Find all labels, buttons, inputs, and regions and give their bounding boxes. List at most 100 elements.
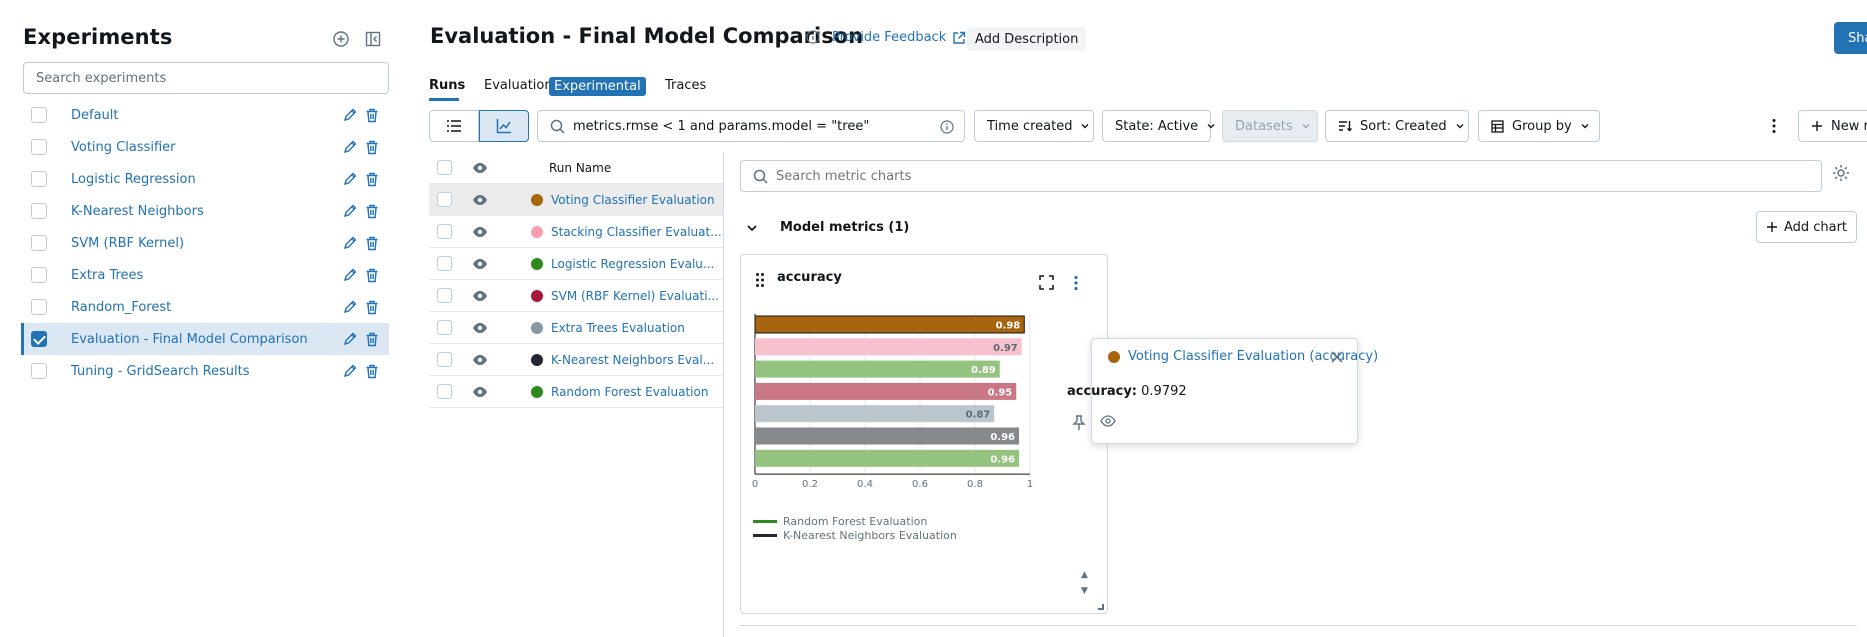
trash-icon[interactable]: [365, 108, 379, 123]
experiment-name[interactable]: Tuning - GridSearch Results: [71, 364, 250, 379]
trash-icon[interactable]: [365, 140, 379, 155]
run-name-link[interactable]: SVM (RBF Kernel) Evaluati...: [551, 289, 723, 303]
experiment-item[interactable]: Voting Classifier: [23, 131, 389, 163]
select-all-checkbox[interactable]: [437, 160, 452, 175]
state-dropdown[interactable]: State: Active: [1102, 110, 1215, 142]
add-experiment-icon[interactable]: [330, 28, 352, 50]
run-checkbox[interactable]: [437, 224, 452, 239]
run-color-dot[interactable]: [531, 321, 543, 334]
run-name-column-header[interactable]: Run Name: [549, 161, 611, 175]
experiment-checkbox[interactable]: [31, 171, 47, 187]
experiment-name[interactable]: SVM (RBF Kernel): [71, 236, 184, 251]
eye-icon[interactable]: [472, 354, 488, 366]
table-row[interactable]: SVM (RBF Kernel) Evaluati...: [429, 280, 723, 312]
run-color-dot[interactable]: [531, 257, 543, 270]
model-metrics-section-header[interactable]: Model metrics (1): [746, 220, 909, 235]
chart-view-button[interactable]: [479, 110, 529, 142]
experiment-item[interactable]: Evaluation - Final Model Comparison: [21, 323, 389, 355]
sort-dropdown[interactable]: Sort: Created: [1325, 110, 1469, 142]
more-options-icon[interactable]: [1771, 118, 1777, 134]
trash-icon[interactable]: [365, 268, 379, 283]
experiment-item[interactable]: Tuning - GridSearch Results: [23, 355, 389, 387]
tab-runs[interactable]: Runs: [429, 78, 465, 93]
run-checkbox[interactable]: [437, 256, 452, 271]
run-color-dot[interactable]: [531, 289, 543, 302]
add-description-button[interactable]: Add Description: [967, 27, 1087, 51]
experiment-name[interactable]: Evaluation - Final Model Comparison: [71, 332, 308, 347]
edit-icon[interactable]: [343, 236, 357, 251]
provide-feedback-link[interactable]: Provide Feedback: [832, 30, 966, 45]
legend-item[interactable]: Random Forest Evaluation: [753, 515, 927, 528]
run-checkbox[interactable]: [437, 320, 452, 335]
add-chart-button[interactable]: Add chart: [1756, 211, 1857, 243]
info-icon[interactable]: [806, 30, 820, 44]
trash-icon[interactable]: [365, 300, 379, 315]
runs-search-input[interactable]: [573, 118, 933, 134]
table-row[interactable]: Extra Trees Evaluation: [429, 312, 723, 344]
run-name-link[interactable]: K-Nearest Neighbors Eval...: [551, 353, 723, 367]
pin-icon[interactable]: [1072, 415, 1086, 431]
experiment-checkbox[interactable]: [31, 235, 47, 251]
run-name-link[interactable]: Logistic Regression Evalu...: [551, 257, 723, 271]
eye-icon[interactable]: [472, 258, 488, 270]
experiment-checkbox[interactable]: [31, 331, 47, 347]
experiment-name[interactable]: Voting Classifier: [71, 140, 176, 155]
run-name-link[interactable]: Stacking Classifier Evaluat...: [551, 225, 723, 239]
table-row[interactable]: Stacking Classifier Evaluat...: [429, 216, 723, 248]
experiment-name[interactable]: K-Nearest Neighbors: [71, 204, 204, 219]
table-row[interactable]: Logistic Regression Evalu...: [429, 248, 723, 280]
edit-icon[interactable]: [343, 108, 357, 123]
time-created-dropdown[interactable]: Time created: [974, 110, 1094, 142]
edit-icon[interactable]: [343, 300, 357, 315]
edit-icon[interactable]: [343, 204, 357, 219]
experiment-item[interactable]: SVM (RBF Kernel): [23, 227, 389, 259]
collapse-sidebar-icon[interactable]: [362, 28, 384, 50]
experiment-checkbox[interactable]: [31, 203, 47, 219]
eye-icon[interactable]: [472, 194, 488, 206]
trash-icon[interactable]: [365, 332, 379, 347]
run-checkbox[interactable]: [437, 288, 452, 303]
tab-evaluation[interactable]: Evaluation: [484, 78, 553, 93]
table-row[interactable]: Random Forest Evaluation: [429, 376, 723, 408]
gear-icon[interactable]: [1832, 164, 1850, 182]
experiment-checkbox[interactable]: [31, 299, 47, 315]
experiment-checkbox[interactable]: [31, 139, 47, 155]
experiment-item[interactable]: Logistic Regression: [23, 163, 389, 195]
eye-icon[interactable]: [472, 290, 488, 302]
table-row[interactable]: Voting Classifier Evaluation: [429, 184, 723, 216]
eye-icon[interactable]: [472, 226, 488, 238]
run-name-link[interactable]: Random Forest Evaluation: [551, 385, 723, 399]
trash-icon[interactable]: [365, 204, 379, 219]
panel-divider[interactable]: [723, 152, 724, 637]
legend-item[interactable]: K-Nearest Neighbors Evaluation: [753, 529, 957, 542]
experiment-item[interactable]: K-Nearest Neighbors: [23, 195, 389, 227]
run-checkbox[interactable]: [437, 352, 452, 367]
table-view-button[interactable]: [429, 110, 479, 142]
eye-icon[interactable]: [1100, 415, 1116, 431]
run-color-dot[interactable]: [531, 353, 543, 366]
chart-search-input[interactable]: [776, 168, 1676, 184]
resize-handle-icon[interactable]: [1098, 604, 1104, 610]
group-by-dropdown[interactable]: Group by: [1478, 110, 1600, 142]
info-icon[interactable]: [940, 120, 954, 134]
run-color-dot[interactable]: [531, 193, 543, 206]
run-color-dot[interactable]: [531, 385, 543, 398]
experiment-name[interactable]: Default: [71, 108, 119, 123]
trash-icon[interactable]: [365, 364, 379, 379]
datasets-dropdown[interactable]: Datasets: [1222, 110, 1318, 142]
table-row[interactable]: K-Nearest Neighbors Eval...: [429, 344, 723, 376]
run-checkbox[interactable]: [437, 192, 452, 207]
new-run-button[interactable]: New run: [1798, 110, 1867, 142]
run-name-link[interactable]: Voting Classifier Evaluation: [551, 193, 723, 207]
experiment-item[interactable]: Random_Forest: [23, 291, 389, 323]
share-button[interactable]: Share: [1834, 22, 1867, 54]
experiment-item[interactable]: Default: [23, 99, 389, 131]
experiment-checkbox[interactable]: [31, 363, 47, 379]
experiment-item[interactable]: Extra Trees: [23, 259, 389, 291]
run-checkbox[interactable]: [437, 384, 452, 399]
eye-icon[interactable]: [472, 162, 488, 174]
edit-icon[interactable]: [343, 268, 357, 283]
edit-icon[interactable]: [343, 364, 357, 379]
legend-scroll-arrows[interactable]: ▲ ▼: [1081, 567, 1088, 599]
edit-icon[interactable]: [343, 172, 357, 187]
